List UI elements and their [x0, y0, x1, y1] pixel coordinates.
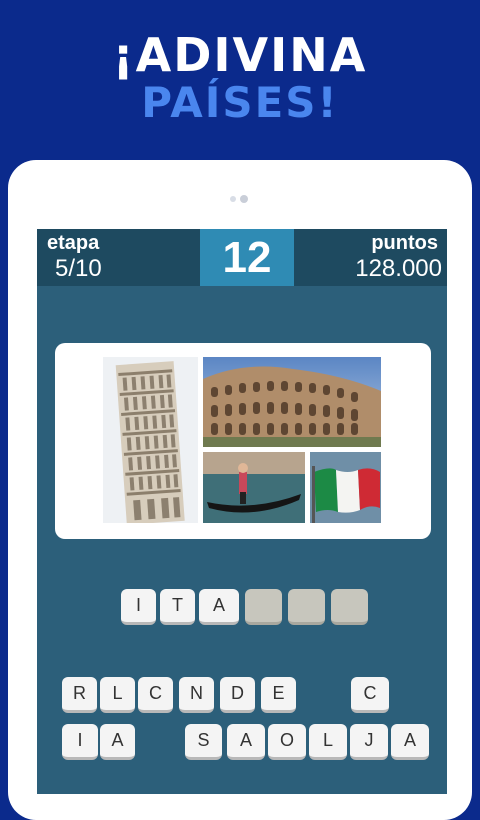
- answer-slot-4[interactable]: [245, 589, 282, 625]
- answer-slot-3[interactable]: A: [199, 589, 239, 625]
- letter-tile[interactable]: O: [268, 724, 306, 760]
- letter-tile[interactable]: L: [100, 677, 135, 713]
- stage-label: etapa: [47, 232, 100, 254]
- letter-tile[interactable]: I: [62, 724, 98, 760]
- points-label: puntos: [371, 232, 438, 254]
- answer-slot-6[interactable]: [331, 589, 368, 625]
- italian-flag-photo: [310, 452, 381, 523]
- letter-tile[interactable]: J: [350, 724, 388, 760]
- letter-tile[interactable]: S: [185, 724, 222, 760]
- colosseum-photo: [203, 357, 381, 447]
- letter-tile[interactable]: L: [309, 724, 347, 760]
- letter-tile[interactable]: C: [351, 677, 389, 713]
- letter-tile[interactable]: N: [179, 677, 214, 713]
- points-value: 128.000: [355, 255, 442, 282]
- letter-tile[interactable]: A: [100, 724, 135, 760]
- level-number: 12: [200, 229, 294, 286]
- title-line-1: ¡ADIVINA: [112, 28, 368, 82]
- letter-tile[interactable]: A: [227, 724, 265, 760]
- answer-slot-1[interactable]: I: [121, 589, 156, 625]
- letter-tile[interactable]: C: [138, 677, 173, 713]
- venice-gondola-photo: [203, 452, 305, 523]
- stage-value: 5/10: [55, 255, 102, 282]
- camera-dots: [230, 195, 252, 204]
- letter-tile[interactable]: E: [261, 677, 296, 713]
- leaning-tower-photo: [103, 357, 198, 523]
- letter-tile[interactable]: D: [220, 677, 255, 713]
- letter-tile[interactable]: R: [62, 677, 97, 713]
- title-line-2: PAÍSES!: [141, 78, 339, 127]
- letter-tile[interactable]: A: [391, 724, 429, 760]
- answer-slot-5[interactable]: [288, 589, 325, 625]
- answer-slot-2[interactable]: T: [160, 589, 195, 625]
